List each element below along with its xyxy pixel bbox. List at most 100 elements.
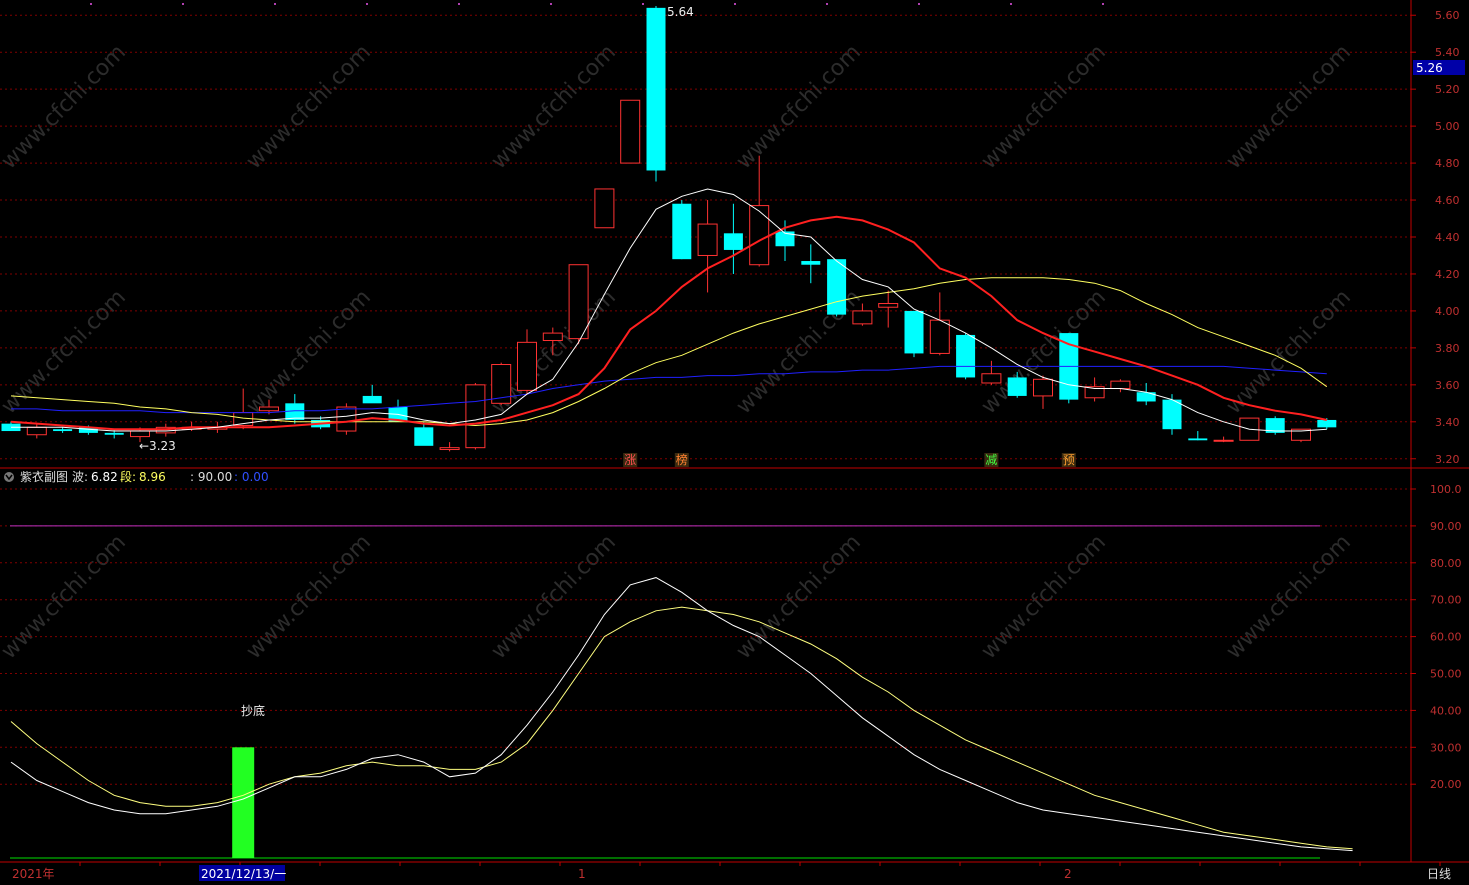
price-tick-label: 5.00 bbox=[1435, 120, 1460, 133]
candle-up bbox=[542, 332, 563, 341]
candle-down bbox=[1007, 377, 1027, 396]
x-axis-labels: 2021年 2021/12/13/一 1 2 日线 bbox=[12, 865, 1451, 881]
current-price-value: 5.26 bbox=[1416, 61, 1443, 75]
stock-chart[interactable]: www.cfchi.com www.cfchi.com www.cfchi.com w… bbox=[0, 0, 1469, 885]
watermark-text: www.cfchi.com bbox=[977, 530, 1111, 664]
candle-down bbox=[362, 395, 382, 404]
candle-down bbox=[904, 310, 924, 354]
watermark-text: www.cfchi.com bbox=[977, 40, 1111, 174]
zero-line-label: : 0.00 bbox=[234, 470, 269, 484]
candle-down bbox=[956, 334, 976, 378]
signal-marker: 榜 bbox=[676, 452, 688, 467]
candle-up bbox=[749, 205, 770, 266]
osc-tick-label: 80.00 bbox=[1430, 557, 1462, 570]
candle-up bbox=[26, 426, 47, 436]
candle-up bbox=[465, 384, 486, 449]
candle-up bbox=[981, 373, 1002, 384]
watermark-layer: www.cfchi.com www.cfchi.com www.cfchi.com w… bbox=[0, 40, 1356, 664]
watermark-text: www.cfchi.com bbox=[977, 285, 1111, 419]
candle-down bbox=[801, 261, 821, 265]
seg-label: 段: bbox=[120, 469, 136, 484]
price-tick-label: 3.20 bbox=[1435, 453, 1460, 466]
candle-up bbox=[336, 406, 357, 432]
price-tick-label: 4.60 bbox=[1435, 194, 1460, 207]
candle-down bbox=[827, 259, 847, 315]
top-marker-dot bbox=[90, 3, 92, 5]
sub-panel-title: 紫衣副图 bbox=[20, 469, 68, 484]
watermark-text: www.cfchi.com bbox=[0, 40, 131, 174]
period-label[interactable]: 日线 bbox=[1427, 867, 1451, 881]
price-tick-label: 5.40 bbox=[1435, 46, 1460, 59]
candle-up bbox=[620, 99, 641, 164]
watermark-text: www.cfchi.com bbox=[0, 530, 131, 664]
candle-down bbox=[646, 7, 666, 171]
candle-down bbox=[1317, 419, 1337, 428]
price-tick-label: 4.40 bbox=[1435, 231, 1460, 244]
top-marker-dot bbox=[366, 3, 368, 5]
watermark-text: www.cfchi.com bbox=[732, 530, 866, 664]
watermark-text: www.cfchi.com bbox=[242, 530, 376, 664]
osc-tick-label: 100.0 bbox=[1430, 483, 1462, 496]
top-marker-dot bbox=[1102, 3, 1104, 5]
candle-up bbox=[1110, 380, 1131, 390]
seg-value: 8.96 bbox=[139, 470, 166, 484]
candle-down bbox=[672, 203, 692, 260]
collapse-icon[interactable] bbox=[4, 472, 14, 482]
watermark-text: www.cfchi.com bbox=[242, 285, 376, 419]
top-marker-dot bbox=[550, 3, 552, 5]
price-tick-label: 5.60 bbox=[1435, 9, 1460, 22]
price-tick-label: 3.80 bbox=[1435, 342, 1460, 355]
price-tick-label: 4.80 bbox=[1435, 157, 1460, 170]
candle-up bbox=[852, 310, 873, 325]
osc-tick-label: 20.00 bbox=[1430, 778, 1462, 791]
watermark-text: www.cfchi.com bbox=[1222, 285, 1356, 419]
ma10-line bbox=[10, 215, 1328, 431]
bottom-signal-annotation: 抄底 bbox=[241, 703, 265, 718]
oscillator-panel[interactable] bbox=[10, 525, 1353, 859]
month-label-1: 1 bbox=[578, 867, 586, 881]
year-label: 2021年 bbox=[12, 867, 55, 881]
candle-up bbox=[439, 447, 460, 451]
price-tick-label: 4.00 bbox=[1435, 305, 1460, 318]
watermark-text: www.cfchi.com bbox=[0, 285, 131, 419]
line90-label: : 90.00 bbox=[190, 470, 232, 484]
watermark-text: www.cfchi.com bbox=[487, 530, 621, 664]
watermark-text: www.cfchi.com bbox=[732, 40, 866, 174]
osc-tick-label: 50.00 bbox=[1430, 668, 1462, 681]
candle-down bbox=[723, 233, 743, 250]
top-marker-dot bbox=[918, 3, 920, 5]
ma5-line bbox=[11, 188, 1327, 432]
candle-up bbox=[1033, 378, 1053, 397]
candle-up bbox=[697, 223, 718, 256]
price-tick-label: 4.20 bbox=[1435, 268, 1460, 281]
candle-down bbox=[1188, 438, 1208, 441]
candle-up bbox=[130, 430, 150, 438]
sub-panel-header: 紫衣副图 波: 6.82 段: 8.96 : 90.00 : 0.00 bbox=[4, 469, 269, 484]
top-marker-dot bbox=[826, 3, 828, 5]
osc-fast-line bbox=[10, 577, 1353, 852]
osc-tick-label: 70.00 bbox=[1430, 594, 1462, 607]
cursor-date-label: 2021/12/13/一 bbox=[201, 867, 286, 881]
top-marker-dot bbox=[274, 3, 276, 5]
candle-up bbox=[929, 319, 950, 354]
osc-slow-line bbox=[10, 606, 1353, 850]
candle-up bbox=[517, 341, 537, 391]
candle-up bbox=[259, 406, 279, 412]
osc-tick-label: 40.00 bbox=[1430, 704, 1462, 717]
osc-tick-label: 90.00 bbox=[1430, 520, 1462, 533]
price-tick-label: 5.20 bbox=[1435, 83, 1460, 96]
wave-label: 波: bbox=[72, 470, 88, 484]
candle-up bbox=[878, 303, 899, 308]
top-marker-dot bbox=[642, 3, 644, 5]
signal-marker: 涨 bbox=[624, 452, 636, 467]
top-marker-dot bbox=[1010, 3, 1012, 5]
current-price-tag: 5.26 bbox=[1413, 60, 1465, 75]
osc-tick-label: 30.00 bbox=[1430, 741, 1462, 754]
candle-down bbox=[414, 427, 434, 446]
candle-up bbox=[594, 188, 615, 229]
top-marker-dot bbox=[734, 3, 736, 5]
candle-down bbox=[1162, 399, 1182, 430]
signal-marker: 减 bbox=[985, 453, 997, 467]
candle-down bbox=[53, 429, 73, 432]
signal-marker: 预 bbox=[1063, 453, 1075, 467]
